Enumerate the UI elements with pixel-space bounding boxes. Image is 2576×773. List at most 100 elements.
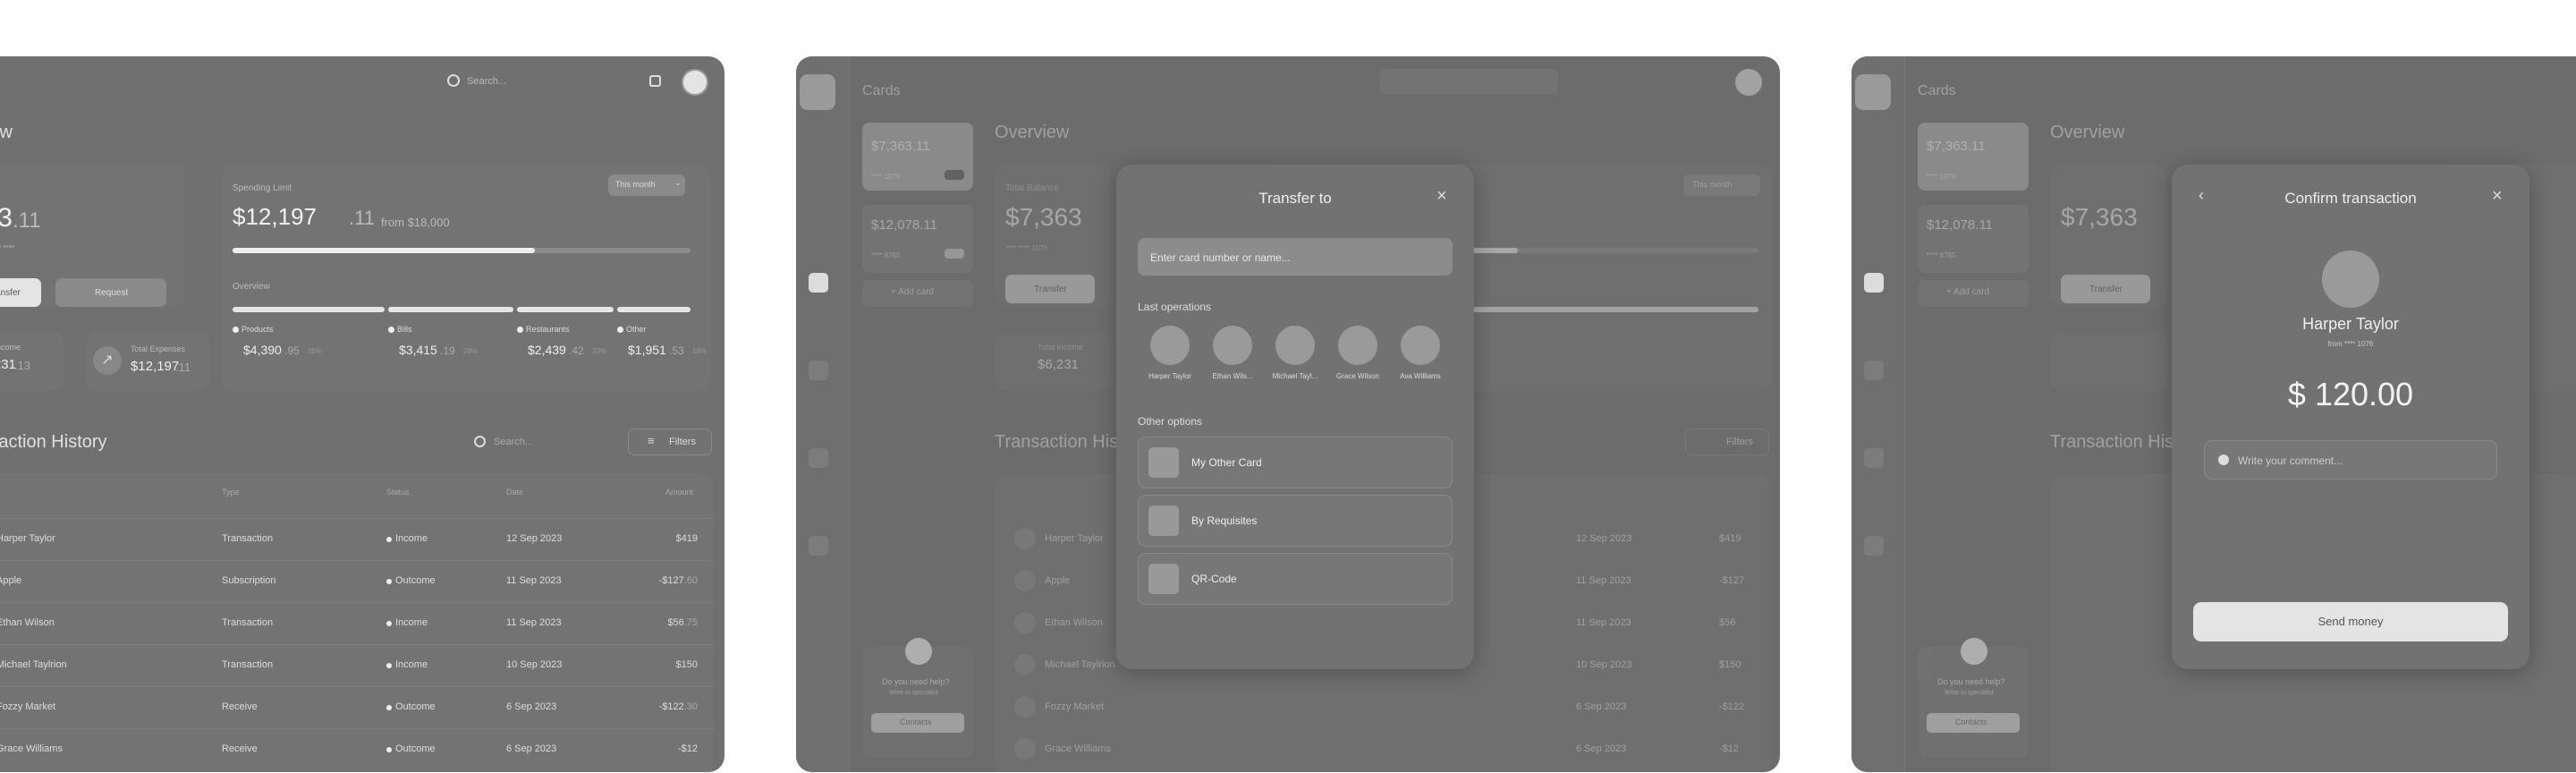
period-value: This month bbox=[1692, 180, 1733, 189]
contact-name: Grace Wilson bbox=[1335, 372, 1379, 380]
row-name: Ethan Wilson bbox=[1045, 617, 1103, 628]
sidebar-item-cards[interactable] bbox=[809, 361, 828, 380]
help-title: Do you need help? bbox=[1937, 677, 2005, 686]
row-amount-main: -$122 bbox=[658, 701, 684, 712]
row-amount-main: $150 bbox=[675, 659, 698, 670]
row-type: Transaction bbox=[222, 617, 274, 628]
search-icon[interactable] bbox=[474, 436, 486, 447]
transfer-amount[interactable]: $ 120.00 bbox=[2172, 376, 2529, 413]
category-pct: 28% bbox=[463, 347, 479, 355]
sidebar bbox=[796, 56, 850, 772]
history-table: Type Status Date Amount Harper Taylor Tr… bbox=[0, 473, 714, 772]
contact-avatar[interactable] bbox=[1401, 326, 1440, 365]
card-amount: $7,363.11 bbox=[871, 139, 930, 154]
expenses-amount: $12,197 bbox=[131, 359, 180, 374]
search-input[interactable]: Search... bbox=[467, 76, 506, 87]
row-name: Ethan Wilson bbox=[0, 617, 55, 628]
row-type: Receive bbox=[222, 701, 258, 712]
transfer-option[interactable] bbox=[1138, 495, 1453, 547]
transfer-label: Transfer bbox=[0, 288, 21, 298]
status-dot bbox=[386, 621, 392, 626]
sidebar-item-dashboard[interactable] bbox=[1864, 273, 1884, 293]
row-avatar bbox=[1014, 696, 1036, 718]
option-label: QR-Code bbox=[1191, 573, 1237, 585]
sidebar-item-settings[interactable] bbox=[1864, 536, 1884, 556]
card-item[interactable] bbox=[862, 205, 973, 273]
row-amount-main: $56 bbox=[667, 617, 684, 628]
spending-amount: $12,197 bbox=[233, 203, 317, 230]
close-icon[interactable]: × bbox=[1436, 186, 1447, 207]
history-search-input[interactable]: Search... bbox=[494, 437, 533, 447]
row-type: Transaction bbox=[222, 533, 274, 544]
expenses-cents: .11 bbox=[175, 361, 191, 374]
card-item[interactable] bbox=[1918, 205, 2029, 273]
row-avatar bbox=[1014, 528, 1036, 549]
table-row[interactable] bbox=[0, 686, 714, 727]
cards-panel: Cards $7,363.11 **** 1076 $12,078.11 ***… bbox=[862, 56, 979, 772]
sidebar-item-history[interactable] bbox=[1864, 448, 1884, 468]
option-icon bbox=[1148, 505, 1179, 536]
status-dot bbox=[386, 579, 392, 584]
row-amount: $150 bbox=[676, 659, 698, 670]
table-row[interactable] bbox=[0, 602, 714, 643]
comment-placeholder: Write your comment... bbox=[2238, 454, 2343, 467]
category-dot bbox=[388, 327, 394, 333]
screen-transfer: Cards $7,363.11 **** 1076 $12,078.11 ***… bbox=[796, 56, 1780, 772]
sidebar-item-cards[interactable] bbox=[1864, 361, 1884, 380]
row-amount-main: -$127 bbox=[658, 575, 684, 586]
recipient-name: Harper Taylor bbox=[2302, 315, 2399, 333]
income-label: Total Income bbox=[0, 343, 21, 352]
row-amount: $419 bbox=[676, 533, 698, 544]
column-type: Type bbox=[222, 488, 240, 497]
notification-icon[interactable] bbox=[649, 75, 661, 87]
contact-name: Ava Williams bbox=[1400, 372, 1441, 380]
card-logo-icon bbox=[945, 170, 964, 180]
last-operations-label: Last operations bbox=[1138, 301, 1212, 313]
income-card: Total Income $6,231 .13 bbox=[0, 332, 64, 391]
avatar bbox=[1735, 69, 1762, 96]
row-name: Fozzy Market bbox=[0, 701, 56, 712]
card-mask: **** 1076 bbox=[871, 173, 901, 181]
status-dot bbox=[386, 747, 392, 752]
row-amount-main: $419 bbox=[675, 533, 698, 544]
card-search-placeholder: Enter card number or name... bbox=[1150, 251, 1291, 264]
table-row[interactable] bbox=[0, 518, 714, 559]
row-status: Income bbox=[395, 533, 428, 544]
avatar[interactable] bbox=[682, 69, 708, 96]
row-date: 11 Sep 2023 bbox=[506, 575, 562, 586]
sidebar-item-history[interactable] bbox=[809, 448, 828, 468]
row-status: Outcome bbox=[395, 743, 436, 754]
transfer-option[interactable] bbox=[1138, 437, 1453, 488]
row-status: Income bbox=[395, 659, 428, 670]
modal-title: Confirm transaction bbox=[2284, 190, 2417, 207]
history-title: Transaction History bbox=[0, 432, 107, 452]
contact-avatar[interactable] bbox=[1213, 326, 1252, 365]
row-avatar bbox=[1014, 612, 1036, 633]
contact-avatar[interactable] bbox=[1275, 326, 1315, 365]
card-amount: $12,078.11 bbox=[1927, 217, 1993, 233]
sidebar-item-dashboard[interactable] bbox=[809, 273, 828, 293]
sidebar-item-settings[interactable] bbox=[809, 536, 828, 556]
contact-avatar[interactable] bbox=[1150, 326, 1190, 365]
row-name: Apple bbox=[1045, 575, 1071, 586]
close-icon[interactable]: × bbox=[2492, 186, 2503, 207]
column-amount: Amount bbox=[665, 488, 694, 497]
contact-name: Ethan Wils... bbox=[1212, 372, 1253, 380]
row-amount: $56 bbox=[1719, 617, 1736, 628]
category-bar-products bbox=[233, 307, 385, 312]
page-title: Overview bbox=[0, 123, 13, 142]
row-name: Grace Williams bbox=[0, 743, 63, 754]
transfer-option[interactable] bbox=[1138, 553, 1453, 605]
category-dot bbox=[517, 327, 523, 333]
category-name: Other bbox=[626, 325, 647, 334]
search-icon[interactable] bbox=[447, 74, 460, 87]
table-row[interactable] bbox=[0, 644, 714, 685]
balance-label: Total Balance bbox=[1005, 183, 1060, 193]
table-row[interactable] bbox=[0, 728, 714, 769]
contact-avatar[interactable] bbox=[1338, 326, 1377, 365]
table-row[interactable] bbox=[0, 560, 714, 601]
category-pct: 35% bbox=[308, 347, 323, 355]
row-amount-cents: .30 bbox=[683, 701, 698, 712]
status-dot bbox=[386, 537, 392, 542]
category-pct: 20% bbox=[592, 347, 607, 355]
